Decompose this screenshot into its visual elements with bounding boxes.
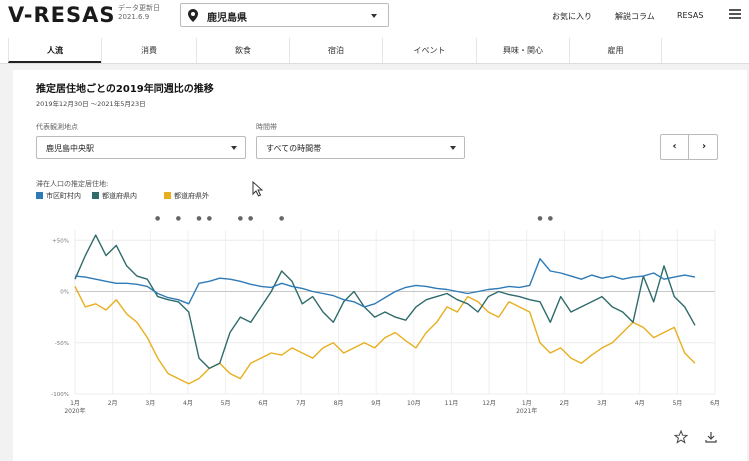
time-select[interactable]: すべての時間帯 bbox=[256, 136, 465, 159]
x-tick-label: 10月 bbox=[407, 400, 421, 407]
time-label: 時間帯 bbox=[256, 123, 277, 131]
year-label: 2020年 bbox=[64, 407, 85, 415]
y-tick-label: -50% bbox=[55, 341, 69, 347]
x-tick-label: 12月 bbox=[482, 400, 496, 407]
x-tick-label: 2月 bbox=[559, 400, 569, 407]
star-icon[interactable] bbox=[674, 430, 688, 444]
mouse-cursor-icon bbox=[252, 181, 263, 197]
x-tick-label: 5月 bbox=[672, 400, 682, 407]
x-tick-label: 2月 bbox=[108, 400, 118, 407]
map-pin-icon bbox=[188, 9, 198, 22]
x-tick-label: 6月 bbox=[710, 400, 720, 407]
nav-resas[interactable]: RESAS bbox=[677, 11, 703, 20]
x-tick-label: 4月 bbox=[635, 400, 645, 407]
nav-column[interactable]: 解説コラム bbox=[615, 11, 655, 22]
event-marker: ● bbox=[548, 215, 553, 222]
next-button[interactable]: › bbox=[690, 135, 718, 159]
time-value: すべての時間帯 bbox=[266, 144, 322, 153]
chart-period: 2019年12月30日 〜2021年5月23日 bbox=[36, 100, 146, 108]
legend-label-municipal: 市区町村内 bbox=[46, 192, 81, 200]
legend-label-outside: 都道府県外 bbox=[174, 192, 209, 200]
x-tick-label: 8月 bbox=[334, 400, 344, 407]
prev-button[interactable]: ‹ bbox=[661, 135, 689, 159]
prefecture-value: 鹿児島県 bbox=[207, 13, 247, 24]
x-tick-label: 5月 bbox=[221, 400, 231, 407]
update-info: データ更新日 2021.6.9 bbox=[118, 4, 160, 22]
x-tick-label: 1月 bbox=[70, 400, 80, 407]
top-header: V-RESAS データ更新日 2021.6.9 鹿児島県 お気に入り 解説コラム… bbox=[0, 0, 749, 38]
chart-title: 推定居住地ごとの2019年同週比の推移 bbox=[36, 84, 214, 95]
y-tick-label: -100% bbox=[51, 392, 69, 398]
x-tick-label: 4月 bbox=[183, 400, 193, 407]
y-tick-label: 0% bbox=[60, 290, 69, 296]
event-marker: ● bbox=[248, 215, 253, 222]
tab-interests[interactable]: 興味・関心 bbox=[476, 38, 569, 63]
x-tick-label: 3月 bbox=[145, 400, 155, 407]
event-marker: ● bbox=[196, 215, 201, 222]
event-marker: ● bbox=[207, 215, 212, 222]
y-tick-label: +50% bbox=[52, 238, 69, 244]
chevron-down-icon bbox=[371, 14, 377, 18]
legend-label-prefecture: 都道府県内 bbox=[102, 192, 137, 200]
period-nav: ‹ › bbox=[660, 134, 718, 160]
event-marker: ● bbox=[155, 215, 160, 222]
x-tick-label: 7月 bbox=[296, 400, 306, 407]
legend-title: 滞在人口の推定居住地: bbox=[36, 180, 109, 188]
tab-people-flow[interactable]: 人流 bbox=[8, 38, 101, 63]
update-label: データ更新日 bbox=[118, 4, 160, 12]
tab-lodging[interactable]: 宿泊 bbox=[289, 38, 382, 63]
chevron-down-icon bbox=[450, 146, 456, 150]
line-chart: +50%0%-50%-100%1月 2月 3月 4月 5月 6月 7月 8月 9月 10月 11月 1… bbox=[51, 215, 720, 415]
event-marker: ● bbox=[176, 215, 181, 222]
download-icon[interactable] bbox=[704, 430, 718, 444]
tab-employment[interactable]: 雇用 bbox=[569, 38, 662, 63]
legend-swatch-prefecture bbox=[92, 192, 99, 199]
x-tick-label: 1月 bbox=[522, 400, 532, 407]
nav-favorites[interactable]: お気に入り bbox=[552, 11, 592, 22]
x-tick-label: 11月 bbox=[445, 400, 459, 407]
event-marker: ● bbox=[238, 215, 243, 222]
logo[interactable]: V-RESAS bbox=[8, 3, 115, 27]
location-value: 鹿児島中央駅 bbox=[46, 144, 94, 153]
x-tick-label: 6月 bbox=[258, 400, 268, 407]
location-select[interactable]: 鹿児島中央駅 bbox=[36, 136, 246, 159]
update-date: 2021.6.9 bbox=[118, 13, 150, 21]
prefecture-select[interactable]: 鹿児島県 bbox=[180, 3, 389, 27]
legend-swatch-municipal bbox=[36, 192, 43, 199]
year-label: 2021年 bbox=[516, 407, 537, 415]
legend-swatch-outside bbox=[164, 192, 171, 199]
tab-consumption[interactable]: 消費 bbox=[101, 38, 196, 63]
event-marker: ● bbox=[279, 215, 284, 222]
chevron-down-icon bbox=[231, 146, 237, 150]
event-marker: ● bbox=[537, 215, 542, 222]
category-tabs: 人流 消費 飲食 宿泊 イベント 興味・関心 雇用 bbox=[0, 38, 749, 64]
x-tick-label: 3月 bbox=[597, 400, 607, 407]
location-label: 代表観測地点 bbox=[36, 123, 78, 131]
tab-dining[interactable]: 飲食 bbox=[196, 38, 289, 63]
menu-icon[interactable] bbox=[729, 9, 741, 19]
tab-events[interactable]: イベント bbox=[382, 38, 476, 63]
x-tick-label: 9月 bbox=[371, 400, 381, 407]
